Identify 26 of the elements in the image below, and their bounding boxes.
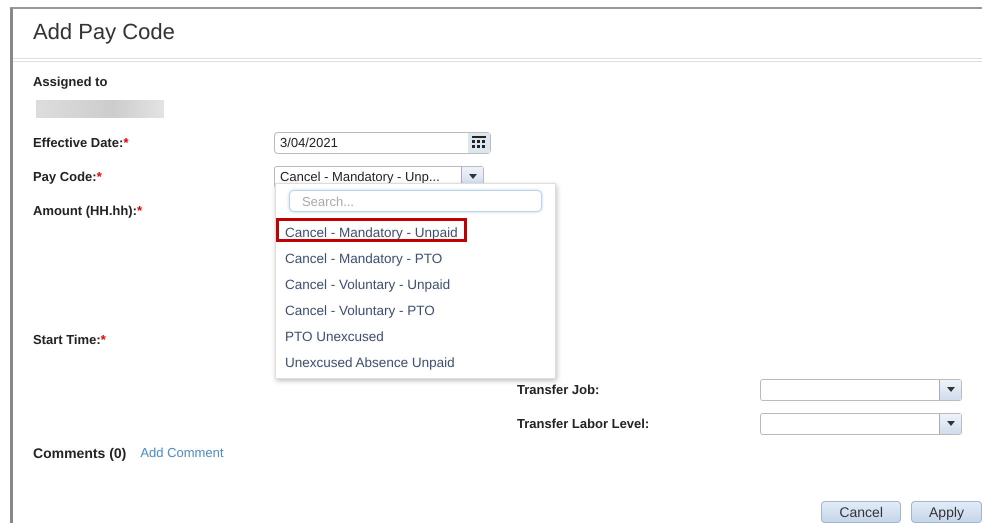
dropdown-option[interactable]: Unexcused Absence Unpaid — [276, 348, 464, 372]
apply-button[interactable]: Apply — [910, 500, 982, 522]
search-field[interactable]: Search... — [289, 190, 542, 212]
field-label: Transfer Labor Level: — [517, 414, 650, 433]
dialog-title: Add Pay Code — [32, 18, 176, 46]
add-comment-link[interactable]: Add Comment — [140, 443, 224, 463]
field-label: Effective Date:* — [33, 134, 128, 152]
caret-icon — [946, 421, 954, 426]
date-field[interactable]: 3/04/2021 — [274, 132, 491, 154]
field-label: Pay Code:* — [33, 168, 102, 186]
field-label: Amount (HH.hh):* — [33, 202, 142, 220]
comments-label: Comments (0) — [33, 444, 126, 463]
caret-icon — [468, 174, 476, 179]
dropdown-option[interactable]: Cancel - Voluntary - PTO — [276, 296, 444, 320]
dropdown-option[interactable]: PTO Unexcused — [276, 322, 393, 346]
transfer-select[interactable] — [760, 378, 962, 400]
dropdown-option[interactable]: Cancel - Mandatory - Unpaid — [276, 218, 467, 242]
transfer-select[interactable] — [760, 412, 962, 434]
dropdown-option[interactable]: Cancel - Mandatory - PTO — [276, 244, 452, 268]
field-label: Assigned to — [33, 73, 108, 91]
cancel-button[interactable]: Cancel — [821, 500, 901, 522]
field-label: Transfer Job: — [517, 380, 600, 399]
dropdown-option[interactable]: Cancel - Voluntary - Unpaid — [276, 270, 460, 294]
field-label: Start Time:* — [33, 330, 106, 349]
calendar-icon[interactable] — [468, 132, 490, 152]
caret-icon — [946, 387, 954, 392]
